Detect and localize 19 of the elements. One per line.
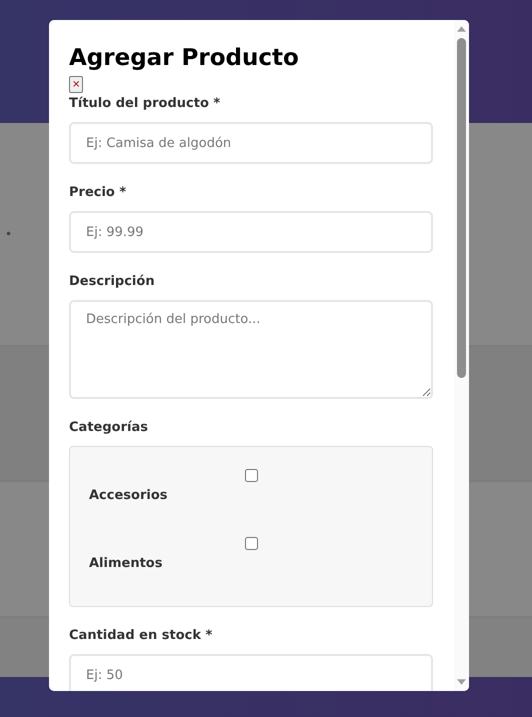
checkbox-label: Alimentos [89,556,164,571]
field-label: Precio * [69,185,128,201]
checkbox[interactable] [245,469,258,482]
field-label: Descripción [69,274,156,290]
dialog-title: Agregar Producto [69,44,300,72]
close-button[interactable]: × [69,76,84,93]
input-field[interactable]: Ej: Camisa de algodón [69,122,433,164]
input-field[interactable]: Ej: 50 [69,654,433,691]
scroll-up-icon[interactable] [457,26,466,32]
checkbox[interactable] [245,537,258,550]
scroll-down-icon[interactable] [457,679,466,685]
field-label: Cantidad en stock * [69,628,214,644]
field-label: Título del producto * [69,96,222,112]
scrollbar[interactable] [454,20,469,691]
field-label: Categorías [69,420,149,436]
input-field[interactable]: Ej: 99.99 [69,211,433,253]
text-area[interactable]: Descripción del producto... [69,300,433,399]
checkbox-label: Accesorios [89,488,168,503]
list-bullet: • [5,227,14,241]
